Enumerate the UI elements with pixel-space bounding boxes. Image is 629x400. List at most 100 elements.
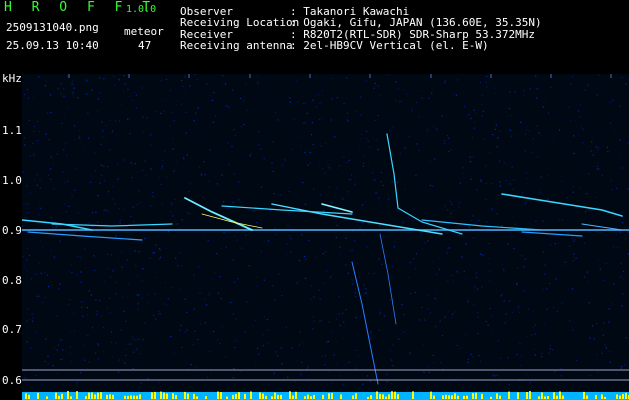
noise-dot [304,277,307,279]
noise-dot [57,344,59,346]
noise-dot [297,281,299,283]
noise-dot [193,274,195,276]
noise-dot [38,202,41,204]
noise-dot [111,356,113,358]
level-bar [217,391,219,399]
noise-dot [179,252,181,254]
level-bar [385,396,387,399]
y-tick-label: 0.9 [2,224,22,237]
noise-dot [302,122,305,124]
noise-dot [299,331,301,333]
noise-dot [358,116,360,118]
noise-dot [525,374,527,376]
noise-dot [111,341,113,343]
noise-dot [505,313,507,315]
noise-dot [399,152,401,155]
noise-dot [211,99,214,101]
noise-dot [403,331,405,333]
noise-dot [170,202,172,204]
noise-dot [603,279,605,281]
noise-dot [468,113,470,116]
noise-dot [295,102,297,104]
noise-dot [88,361,90,363]
noise-dot [27,97,30,99]
level-bar [46,396,48,399]
noise-dot [499,185,501,187]
noise-dot [91,211,93,213]
noise-dot [45,133,47,135]
noise-dot [303,255,306,257]
noise-dot [601,174,603,176]
noise-dot [269,210,272,212]
noise-dot [379,225,381,227]
noise-dot [479,360,481,362]
noise-dot [128,282,130,285]
noise-dot [170,111,173,113]
noise-dot [432,354,434,356]
noise-dot [519,197,521,199]
level-bar [97,392,99,399]
noise-dot [449,201,451,203]
noise-dot [185,74,187,76]
noise-dot [524,258,526,260]
noise-dot [38,262,41,264]
noise-dot [572,185,575,187]
noise-dot [361,204,364,206]
noise-dot [363,233,365,235]
noise-dot [389,349,391,351]
noise-dot [532,138,534,140]
noise-dot [473,109,475,111]
noise-dot [176,223,178,225]
noise-dot [621,305,623,307]
noise-dot [319,102,321,104]
noise-dot [574,238,576,240]
noise-dot [541,352,543,354]
noise-dot [532,292,534,294]
noise-dot [103,209,105,212]
noise-dot [126,296,128,298]
noise-dot [418,319,420,321]
level-bar [106,394,108,399]
noise-dot [374,82,376,85]
noise-dot [126,259,128,261]
noise-dot [604,233,606,235]
noise-dot [115,293,117,295]
noise-dot [122,296,124,298]
noise-dot [131,335,133,337]
noise-dot [186,154,188,156]
noise-dot [477,316,479,318]
noise-dot [602,334,604,336]
noise-dot [214,115,217,117]
noise-dot [110,276,112,278]
noise-dot [100,143,102,145]
noise-dot [331,77,333,79]
noise-dot [488,242,490,245]
noise-dot [318,165,320,167]
noise-dot [296,359,298,361]
noise-dot [548,352,550,354]
level-bar [85,396,87,399]
noise-dot [308,378,310,380]
noise-dot [81,300,83,302]
noise-dot [414,268,416,270]
noise-dot [558,129,561,131]
noise-dot [412,219,414,221]
noise-dot [468,299,470,301]
noise-dot [60,359,62,361]
noise-dot [331,98,333,100]
level-bar [322,394,324,399]
noise-dot [620,212,622,214]
noise-dot [331,148,333,150]
level-bar [55,392,57,399]
noise-dot [56,153,58,155]
noise-dot [154,293,156,295]
noise-dot [248,265,250,267]
noise-dot [369,217,371,219]
noise-dot [288,190,290,193]
noise-dot [314,76,316,79]
noise-dot [97,343,99,345]
noise-dot [213,92,215,94]
noise-dot [96,310,98,313]
noise-dot [290,251,292,253]
noise-dot [173,170,175,172]
